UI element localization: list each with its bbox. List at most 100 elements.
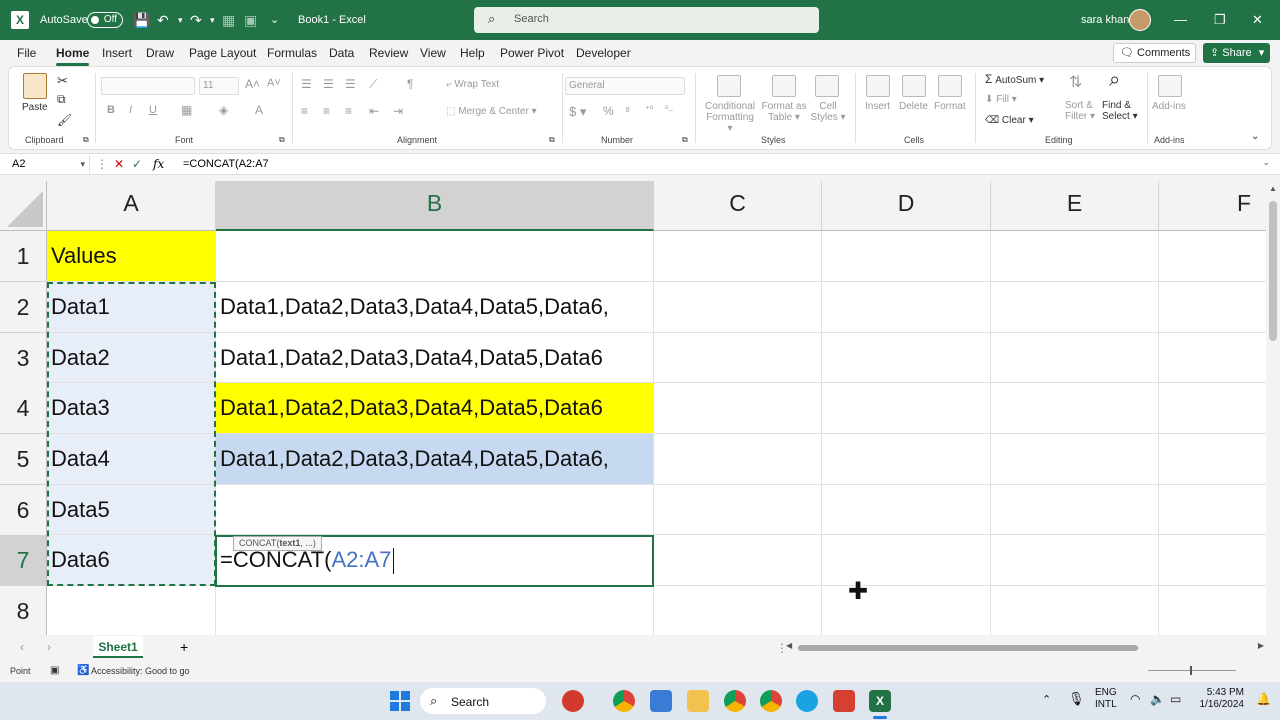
- formula-input[interactable]: =CONCAT(A2:A7: [183, 158, 269, 170]
- decrease-indent-icon[interactable]: ⇤: [369, 104, 379, 118]
- format-as-table-icon[interactable]: [772, 75, 796, 97]
- decrease-decimal-icon[interactable]: ⁰₋: [665, 104, 673, 115]
- currency-icon[interactable]: $ ▾: [569, 104, 586, 120]
- row-header-8[interactable]: 8: [0, 586, 47, 635]
- wrap-text-button[interactable]: ⤶ Wrap Text: [446, 79, 499, 90]
- zoom-slider[interactable]: [1148, 670, 1236, 671]
- paste-button[interactable]: Paste: [22, 102, 48, 113]
- fill-color-icon[interactable]: ◈: [219, 103, 228, 117]
- format-cells-button[interactable]: Format: [934, 101, 966, 112]
- sheet-tab-sheet1[interactable]: Sheet1: [93, 636, 143, 658]
- clear-button[interactable]: ⌫ Clear ▾: [985, 115, 1034, 126]
- horizontal-scrollbar[interactable]: ◀ ▶: [786, 641, 1264, 653]
- capcut-icon[interactable]: [833, 690, 855, 712]
- increase-font-icon[interactable]: A˄: [245, 77, 260, 91]
- copy-icon[interactable]: ⧉: [57, 92, 66, 107]
- bold-icon[interactable]: B: [107, 104, 115, 116]
- delete-cells-icon[interactable]: [902, 75, 926, 97]
- avatar[interactable]: [1129, 9, 1151, 31]
- orientation-icon[interactable]: ⟋: [369, 77, 377, 92]
- paste-icon[interactable]: [23, 73, 47, 99]
- autosave-toggle[interactable]: Off: [87, 12, 123, 28]
- notepad-icon[interactable]: [650, 690, 672, 712]
- worksheet-grid[interactable]: A B C D E F 1 2 3 4 5 6 7 8 Values Data1…: [0, 181, 1266, 635]
- column-header-a[interactable]: A: [47, 181, 216, 231]
- delete-cells-button[interactable]: Delete: [899, 101, 928, 112]
- edge-icon[interactable]: [796, 690, 818, 712]
- language-indicator[interactable]: ENG INTL: [1095, 687, 1117, 711]
- tab-home[interactable]: Home: [56, 46, 90, 66]
- align-left-icon[interactable]: ≡: [301, 104, 308, 118]
- scrollbar-thumb[interactable]: [1269, 201, 1277, 341]
- accessibility-icon[interactable]: ♿: [77, 665, 89, 676]
- redo-dropdown-icon[interactable]: ▾: [210, 0, 215, 40]
- function-tooltip[interactable]: CONCAT(text1, ...): [233, 536, 322, 551]
- percent-icon[interactable]: %: [603, 104, 614, 118]
- tab-review[interactable]: Review: [369, 46, 408, 60]
- wifi-icon[interactable]: ◠: [1130, 692, 1140, 706]
- windows-start-icon[interactable]: [389, 690, 411, 712]
- tab-view[interactable]: View: [420, 46, 446, 60]
- comments-button[interactable]: 🗨 Comments: [1113, 43, 1196, 63]
- autosum-button[interactable]: Σ AutoSum ▾: [985, 72, 1044, 86]
- insert-cells-icon[interactable]: [866, 75, 890, 97]
- number-launcher-icon[interactable]: ⧉: [682, 135, 688, 145]
- notification-bell-icon[interactable]: 🔔: [1256, 692, 1271, 706]
- font-name-dropdown[interactable]: [101, 77, 195, 95]
- increase-indent-icon[interactable]: ⇥: [393, 104, 403, 118]
- chevron-up-icon[interactable]: ⌃: [1042, 693, 1051, 706]
- row-header-5[interactable]: 5: [0, 434, 47, 485]
- align-right-icon[interactable]: ≡: [345, 104, 352, 118]
- addins-icon[interactable]: [1158, 75, 1182, 97]
- tab-help[interactable]: Help: [460, 46, 485, 60]
- scroll-up-icon[interactable]: ▲: [1269, 184, 1277, 193]
- addins-button[interactable]: Add-ins: [1152, 101, 1186, 112]
- scroll-left-icon[interactable]: ◀: [786, 641, 792, 650]
- battery-icon[interactable]: ▭: [1170, 692, 1181, 706]
- search-box[interactable]: ⌕ Search: [474, 7, 819, 33]
- table-icon[interactable]: ▦: [222, 0, 235, 40]
- sort-filter-button[interactable]: Sort & Filter ▾: [1065, 100, 1095, 122]
- taskbar-search[interactable]: ⌕ Search: [420, 688, 546, 714]
- chevron-down-icon[interactable]: ▾: [80, 156, 85, 173]
- underline-icon[interactable]: U: [149, 104, 157, 116]
- name-box[interactable]: A2 ▾: [6, 156, 90, 173]
- chrome-profile-icon[interactable]: [724, 690, 746, 712]
- chrome-icon[interactable]: [613, 690, 635, 712]
- column-header-d[interactable]: D: [822, 181, 991, 231]
- column-header-b[interactable]: B: [216, 181, 654, 231]
- cell-b5[interactable]: Data1,Data2,Data3,Data4,Data5,Data6,: [216, 434, 609, 484]
- cut-icon[interactable]: ✂: [57, 73, 68, 89]
- merge-center-button[interactable]: ⬚ Merge & Center ▾: [446, 106, 537, 117]
- chevron-down-icon[interactable]: ⌄: [1262, 157, 1270, 168]
- prev-sheet-icon[interactable]: ‹: [20, 640, 24, 654]
- insert-function-icon[interactable]: fx: [153, 157, 164, 171]
- file-explorer-icon[interactable]: [687, 690, 709, 712]
- clock[interactable]: 5:43 PM 1/16/2024: [1196, 687, 1245, 711]
- tab-formulas[interactable]: Formulas: [267, 46, 317, 60]
- scroll-right-icon[interactable]: ▶: [1258, 641, 1264, 650]
- find-select-button[interactable]: Find & Select ▾: [1102, 100, 1138, 122]
- row-header-6[interactable]: 6: [0, 485, 47, 536]
- font-size-dropdown[interactable]: 11: [199, 77, 239, 95]
- user-name[interactable]: sara khan: [1081, 14, 1129, 26]
- minimize-icon[interactable]: —: [1174, 12, 1187, 27]
- row-header-1[interactable]: 1: [0, 231, 47, 282]
- excel-taskbar-icon[interactable]: X: [869, 690, 891, 712]
- column-header-e[interactable]: E: [991, 181, 1159, 231]
- volume-icon[interactable]: 🔈: [1150, 692, 1165, 706]
- format-painter-icon[interactable]: 🖌: [57, 113, 72, 127]
- select-all-corner[interactable]: [0, 181, 47, 231]
- accessibility-status[interactable]: Accessibility: Good to go: [91, 666, 190, 676]
- enter-icon[interactable]: ✓: [132, 157, 142, 171]
- conditional-formatting-button[interactable]: Conditional Formatting ▾: [703, 101, 757, 134]
- decrease-font-icon[interactable]: A˅: [267, 77, 281, 89]
- collapse-ribbon-icon[interactable]: ⌄: [1251, 131, 1259, 142]
- font-color-icon[interactable]: A: [255, 103, 263, 117]
- format-as-table-button[interactable]: Format as Table ▾: [759, 101, 809, 123]
- customize-toolbar-icon[interactable]: ⌄: [270, 0, 279, 40]
- share-button[interactable]: ⇪ Share ▾: [1203, 43, 1270, 63]
- row-header-3[interactable]: 3: [0, 333, 47, 384]
- comma-icon[interactable]: ⁹: [625, 104, 630, 118]
- tab-insert[interactable]: Insert: [102, 46, 132, 60]
